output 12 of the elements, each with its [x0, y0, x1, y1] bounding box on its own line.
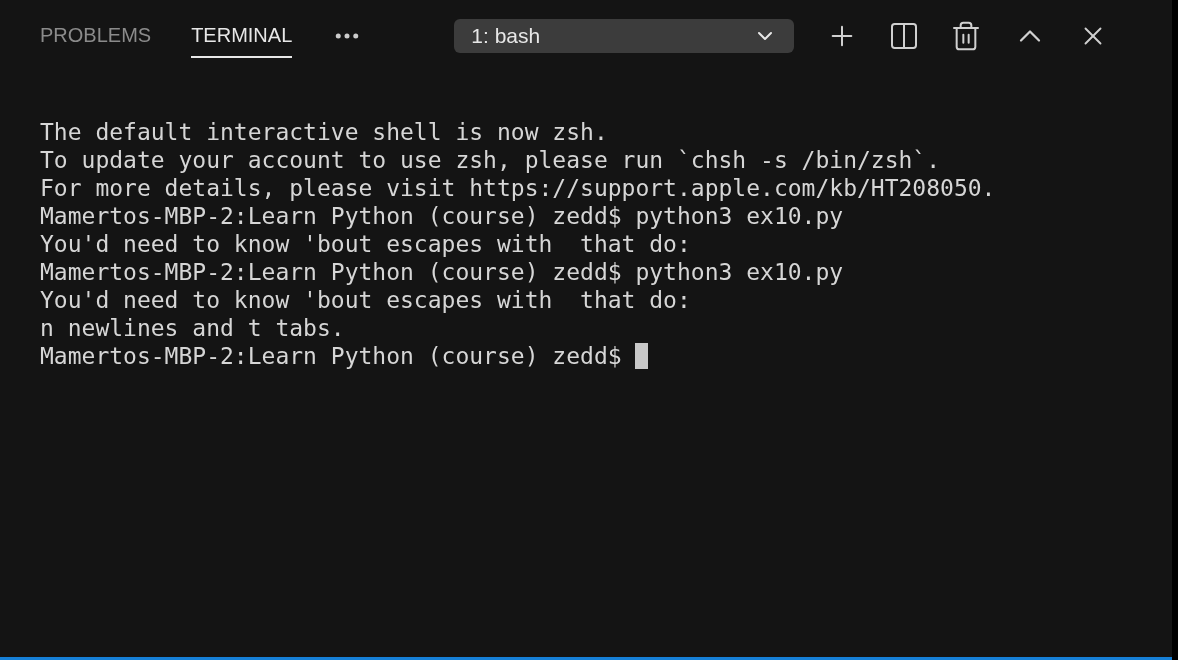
- panel-tab[interactable]: TERMINAL: [191, 14, 293, 58]
- terminal-line: You'd need to know 'bout escapes with that do:: [40, 286, 691, 314]
- terminal-select[interactable]: 1: bash: [454, 19, 795, 53]
- terminal-line: Mamertos-MBP-2:Learn Python (course) zedd$ python3 ex10.py: [40, 202, 844, 230]
- terminal-line: To update your account to use zsh, please run `chsh -s /bin/zsh`.: [40, 146, 941, 174]
- terminal-line: The default interactive shell is now zsh.: [40, 118, 608, 146]
- terminal-prompt: Mamertos-MBP-2:Learn Python (course) zedd$: [40, 342, 623, 370]
- terminal-line: n newlines and t tabs.: [40, 314, 345, 342]
- terminal-line: You'd need to know 'bout escapes with that do:: [40, 230, 691, 258]
- terminal-line: For more details, please visit https://support.apple.com/kb/HT208050.: [40, 174, 996, 202]
- terminal-line: Mamertos-MBP-2:Learn Python (course) zedd$ python3 ex10.py: [40, 258, 844, 286]
- panel-tab[interactable]: PROBLEMS: [40, 14, 152, 58]
